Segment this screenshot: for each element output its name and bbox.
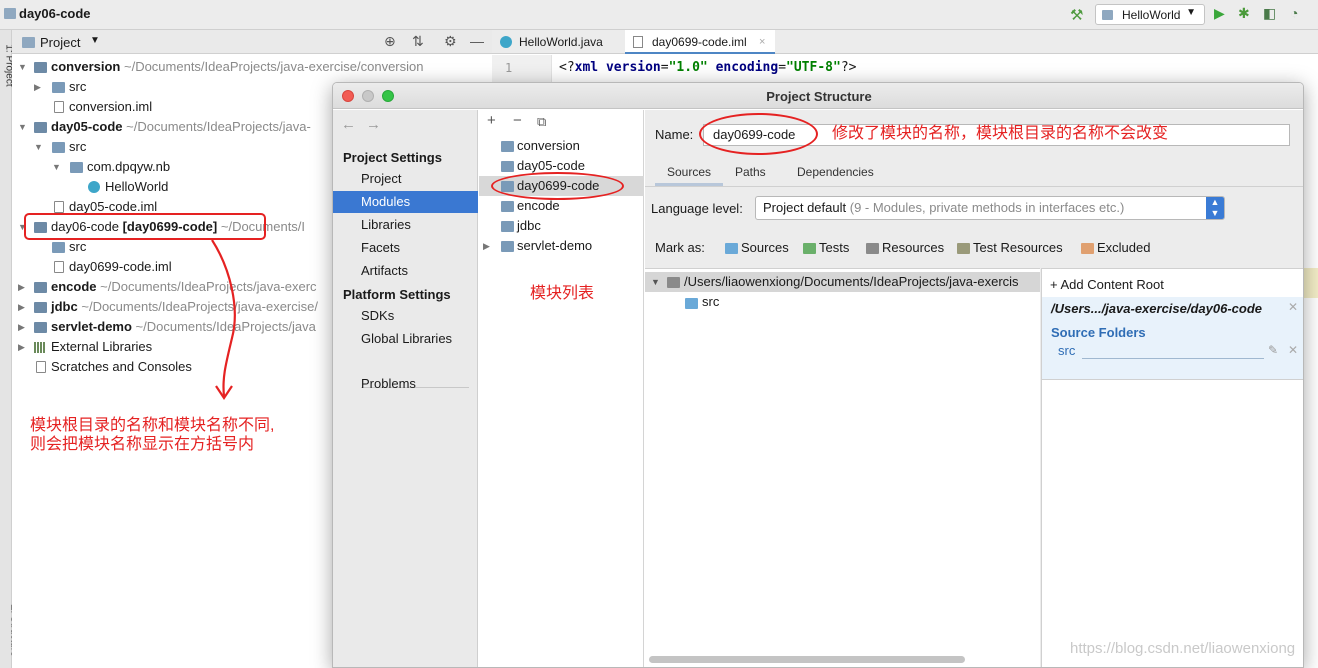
module-item-conversion[interactable]: conversion xyxy=(479,136,644,156)
chevron-down-icon: ▼ xyxy=(1186,7,1196,18)
test-resources-folder-icon xyxy=(957,243,970,254)
minimize-icon[interactable]: — xyxy=(470,33,484,49)
build-hammer-icon[interactable]: ⚒ xyxy=(1070,6,1083,24)
annotation-list-note: 模块列表 xyxy=(530,285,595,302)
sources-folder-icon xyxy=(685,298,698,309)
nav-item-sdks[interactable]: SDKs xyxy=(333,305,478,327)
file-icon xyxy=(633,36,643,48)
chevron-updown-icon: ▲ ▼ xyxy=(1206,197,1224,219)
editor-gutter xyxy=(492,55,552,83)
nav-item-libraries[interactable]: Libraries xyxy=(333,214,478,236)
project-settings-heading: Project Settings xyxy=(343,150,442,165)
nav-item-facets[interactable]: Facets xyxy=(333,237,478,259)
annotation-arrow-icon xyxy=(211,239,236,400)
remove-icon[interactable]: − xyxy=(513,112,522,129)
project-icon xyxy=(4,8,16,19)
content-root-block: /Users.../java-exercise/day06-code ✕ Sou… xyxy=(1042,297,1303,379)
divider xyxy=(1082,358,1264,359)
project-structure-dialog: Project Structure ←→ Project Settings Pr… xyxy=(332,82,1304,668)
gear-icon[interactable]: ⚙ xyxy=(444,33,457,50)
annotation-tree-note-2: 则会把模块名称显示在方括号内 xyxy=(30,436,255,453)
language-level-select[interactable]: Project default (9 - Modules, private me… xyxy=(755,196,1225,220)
title-bar: day06-code ⚒ HelloWorld ▼ ▶ ✱ ◧ ◔ xyxy=(0,0,1318,30)
copy-icon[interactable]: ⧉ xyxy=(537,114,546,130)
back-forward-icon[interactable]: ←→ xyxy=(341,116,391,133)
content-root-panel: + Add Content Root /Users.../java-exerci… xyxy=(1041,268,1303,667)
nav-item-problems[interactable]: Problems xyxy=(333,373,478,395)
watermark: https://blog.csdn.net/liaowenxiong xyxy=(1070,640,1296,657)
excluded-folder-icon xyxy=(1081,243,1094,254)
editor-tabs: HelloWorld.java day0699-code.iml × xyxy=(492,30,1318,54)
chevron-down-icon[interactable]: ▼ xyxy=(90,35,100,46)
project-view-selector[interactable]: Project xyxy=(40,35,80,50)
project-panel-header: Project ▼ ⊕ ⇅ ⚙ — xyxy=(12,30,492,54)
language-level-label: Language level: xyxy=(651,201,743,216)
settings-nav: ←→ Project Settings Project Modules Libr… xyxy=(333,110,478,667)
annotation-oval-module xyxy=(491,172,624,200)
line-number: 1 xyxy=(505,61,513,75)
content-root-tree: ▼ /Users/liaowenxiong/Documents/IdeaProj… xyxy=(645,268,1040,667)
close-icon[interactable]: ✕ xyxy=(1288,300,1298,314)
divider xyxy=(645,186,1303,187)
close-icon[interactable]: × xyxy=(759,30,765,54)
module-item-servlet-demo[interactable]: ▶ servlet-demo xyxy=(479,236,644,256)
name-label: Name: xyxy=(655,127,694,142)
nav-item-modules[interactable]: Modules xyxy=(333,191,478,213)
tab-paths[interactable]: Paths xyxy=(723,162,785,186)
profile-icon[interactable]: ◔ xyxy=(1290,5,1298,21)
debug-icon[interactable]: ✱ xyxy=(1238,5,1250,22)
annotation-name-note: 修改了模块的名称，模块根目录的名称不会改变 xyxy=(832,125,1169,142)
collapse-icon[interactable]: ⇅ xyxy=(412,33,424,50)
horizontal-scrollbar[interactable] xyxy=(649,656,965,663)
run-icon[interactable]: ▶ xyxy=(1214,5,1225,22)
annotation-oval-name xyxy=(699,113,818,155)
tab-iml[interactable]: day0699-code.iml × xyxy=(625,30,775,54)
close-icon[interactable]: ✕ xyxy=(1288,343,1298,357)
coverage-icon[interactable]: ◧ xyxy=(1263,5,1276,22)
project-title: day06-code xyxy=(19,6,91,21)
add-icon[interactable]: + xyxy=(487,112,496,129)
folder-icon xyxy=(667,277,680,288)
tab-sources[interactable]: Sources xyxy=(655,162,723,186)
left-tool-stripe: 1: Project Z: Structure xyxy=(0,30,20,668)
nav-item-project[interactable]: Project xyxy=(333,168,478,190)
run-config-select[interactable]: HelloWorld ▼ xyxy=(1095,4,1205,25)
tab-dependencies[interactable]: Dependencies xyxy=(785,162,895,186)
module-detail: Name: day0699-code Sources Paths Depende… xyxy=(645,110,1303,667)
dialog-title: Project Structure xyxy=(766,89,872,104)
source-folder-item[interactable]: src xyxy=(1058,343,1075,358)
content-root-path: /Users.../java-exercise/day06-code xyxy=(1051,301,1263,316)
divider xyxy=(1042,379,1303,380)
annotation-box xyxy=(24,213,266,240)
library-icon xyxy=(34,342,47,353)
code-line[interactable]: <?xml version="1.0" encoding="UTF-8"?> xyxy=(559,60,856,75)
modules-toolbar: + − ⧉ xyxy=(479,110,644,134)
edit-icon[interactable]: ✎ xyxy=(1268,343,1278,357)
platform-settings-heading: Platform Settings xyxy=(343,287,451,302)
mark-as-label: Mark as: xyxy=(655,240,705,255)
sources-folder-icon xyxy=(725,243,738,254)
run-config-label: HelloWorld xyxy=(1122,8,1181,22)
dialog-title-bar: Project Structure xyxy=(333,83,1303,109)
project-tree: ▼ conversion ~/Documents/IdeaProjects/ja… xyxy=(12,55,424,668)
module-icon xyxy=(1102,10,1113,20)
content-root-row[interactable]: ▼ /Users/liaowenxiong/Documents/IdeaProj… xyxy=(645,272,1040,292)
class-icon xyxy=(500,36,512,48)
project-icon xyxy=(22,37,35,48)
resources-folder-icon xyxy=(866,243,879,254)
tab-helloworld-java[interactable]: HelloWorld.java xyxy=(492,30,622,54)
tests-folder-icon xyxy=(803,243,816,254)
add-content-root-button[interactable]: + Add Content Root xyxy=(1050,277,1164,292)
nav-item-artifacts[interactable]: Artifacts xyxy=(333,260,478,282)
right-marker-strip xyxy=(1304,268,1318,298)
nav-item-global-libraries[interactable]: Global Libraries xyxy=(333,328,478,350)
locate-icon[interactable]: ⊕ xyxy=(384,33,396,50)
module-item-jdbc[interactable]: jdbc xyxy=(479,216,644,236)
source-folders-heading: Source Folders xyxy=(1051,325,1146,340)
